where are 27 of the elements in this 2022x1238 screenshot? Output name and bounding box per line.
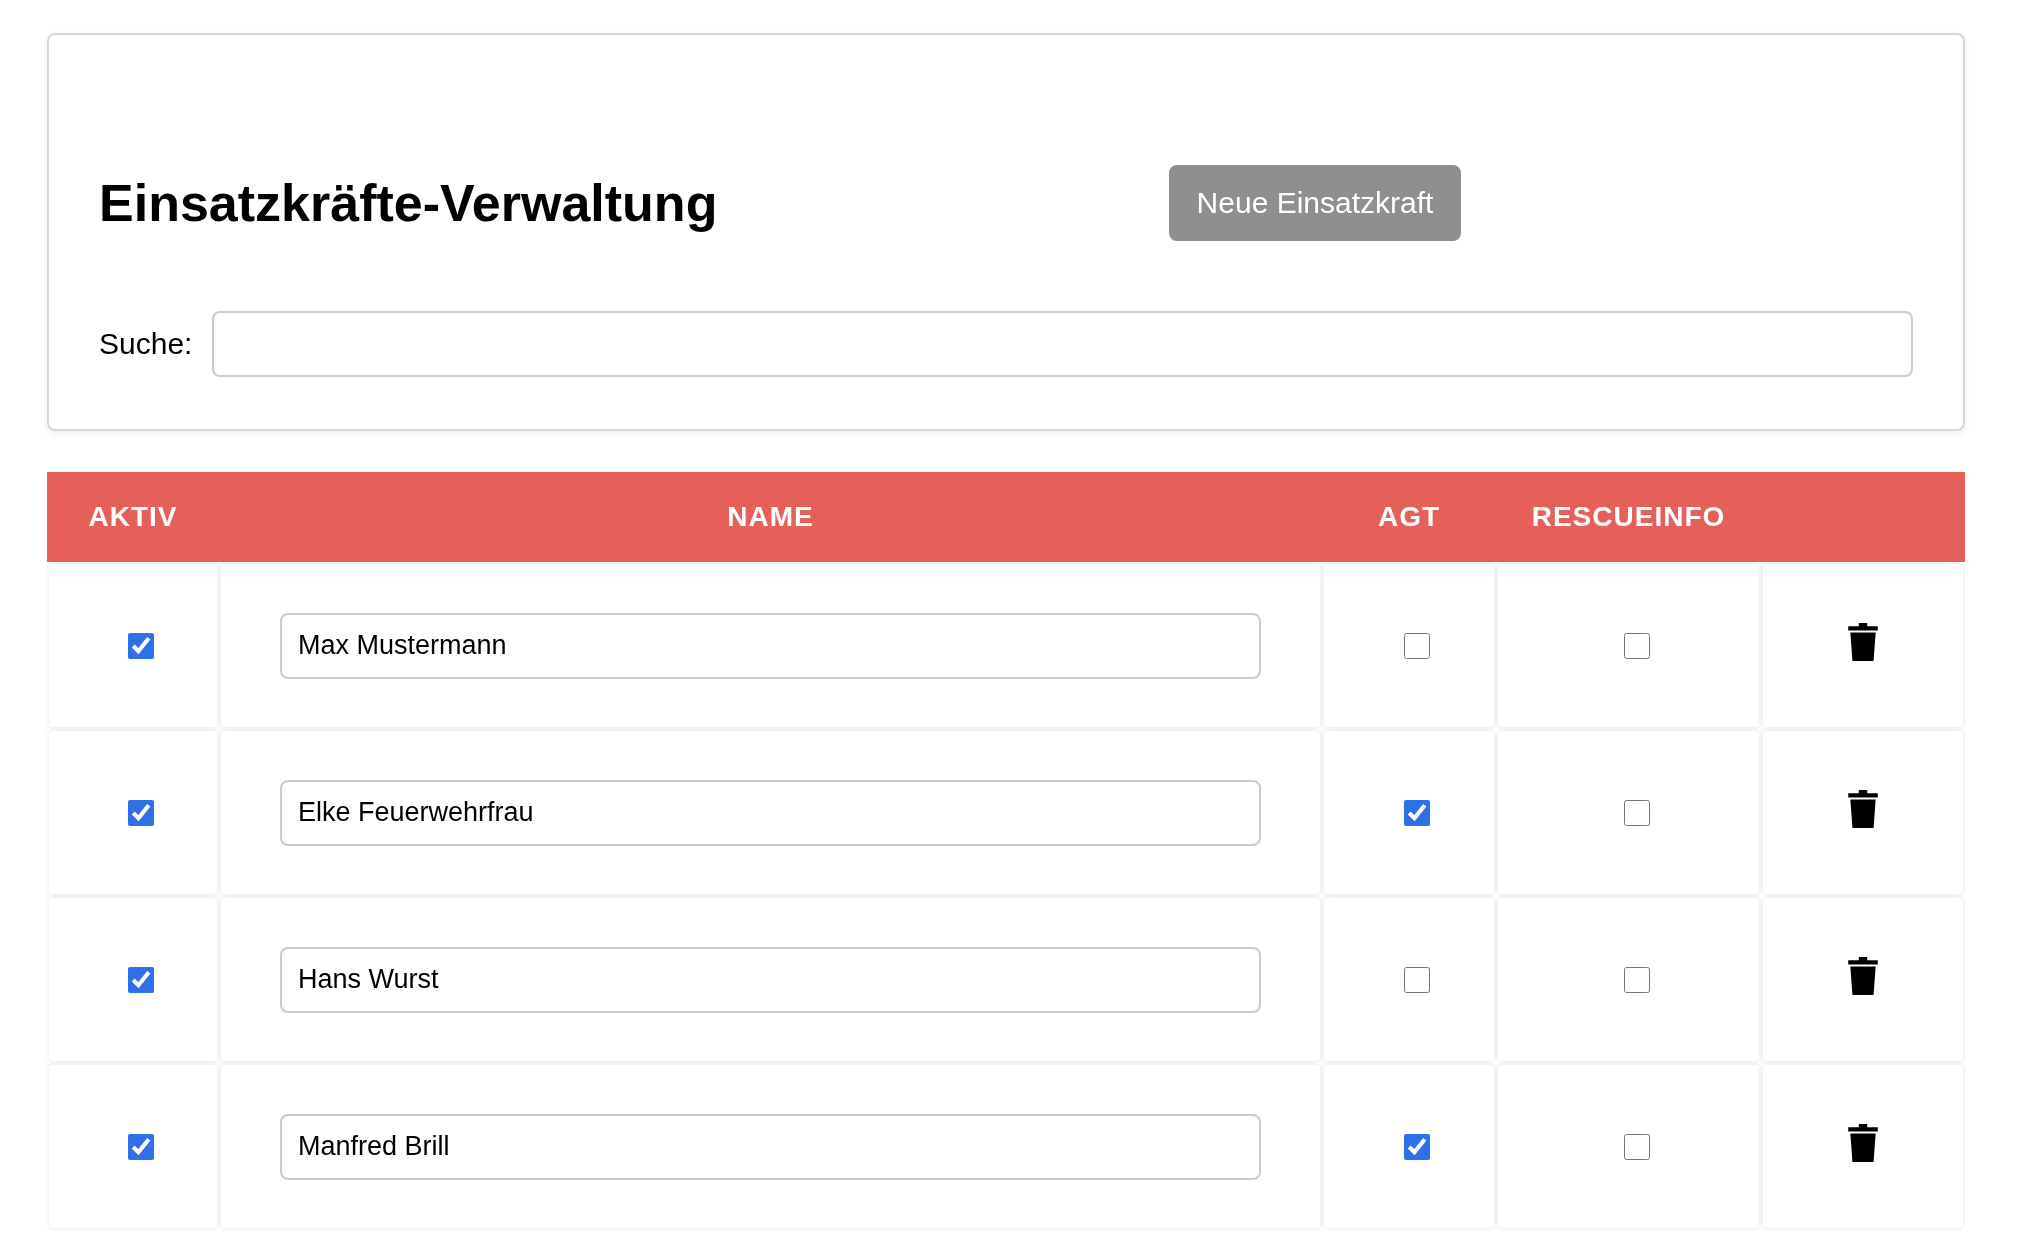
active-checkbox[interactable] <box>128 632 154 659</box>
name-field[interactable]: Hans Wurst <box>280 946 1261 1013</box>
name-field[interactable]: Manfred Brill <box>280 1113 1261 1180</box>
agt-checkbox[interactable] <box>1404 799 1430 826</box>
agt-checkbox[interactable] <box>1404 1133 1430 1160</box>
trash-icon[interactable] <box>1848 789 1878 828</box>
search-field[interactable] <box>212 311 1913 377</box>
name-field[interactable]: Elke Feuerwehrfrau <box>280 779 1261 846</box>
rescueinfo-checkbox[interactable] <box>1623 632 1650 659</box>
active-checkbox[interactable] <box>128 966 154 993</box>
column-header: RESCUEINFO <box>1530 501 1727 533</box>
rescueinfo-checkbox[interactable] <box>1623 799 1650 826</box>
agt-checkbox[interactable] <box>1404 632 1430 659</box>
column-header: AGT <box>1376 501 1442 533</box>
active-checkbox[interactable] <box>128 799 154 826</box>
rescueinfo-checkbox[interactable] <box>1623 1133 1650 1160</box>
name-field[interactable]: Max Mustermann <box>280 612 1261 679</box>
rescueinfo-checkbox[interactable] <box>1623 966 1650 993</box>
trash-icon[interactable] <box>1848 1123 1878 1162</box>
trash-icon[interactable] <box>1848 956 1878 995</box>
page-title: Einsatzkräfte-Verwaltung <box>99 173 719 233</box>
active-checkbox[interactable] <box>128 1133 154 1160</box>
column-header: NAME <box>726 501 815 533</box>
agt-checkbox[interactable] <box>1404 966 1430 993</box>
column-header: AKTIV <box>87 501 179 533</box>
search-label: Suche: <box>99 327 193 361</box>
trash-icon[interactable] <box>1848 622 1878 661</box>
